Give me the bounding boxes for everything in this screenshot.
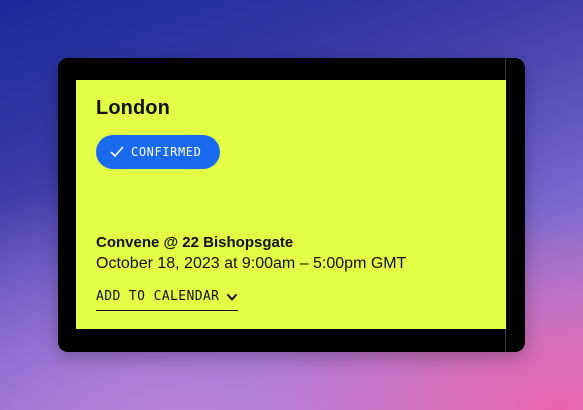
event-card: London CONFIRMED Convene @ 22 Bishopsgat… bbox=[76, 80, 506, 329]
status-badge-label: CONFIRMED bbox=[131, 145, 202, 159]
event-location-title: London bbox=[96, 97, 170, 119]
chevron-down-icon bbox=[227, 293, 238, 300]
add-to-calendar-label: ADD TO CALENDAR bbox=[96, 289, 220, 304]
add-to-calendar-button[interactable]: ADD TO CALENDAR bbox=[96, 289, 239, 311]
event-datetime: October 18, 2023 at 9:00am – 5:00pm GMT bbox=[96, 255, 407, 272]
checkmark-icon bbox=[110, 146, 124, 157]
confirmed-status-badge: CONFIRMED bbox=[96, 135, 220, 169]
event-venue: Convene @ 22 Bishopsgate bbox=[96, 234, 294, 251]
